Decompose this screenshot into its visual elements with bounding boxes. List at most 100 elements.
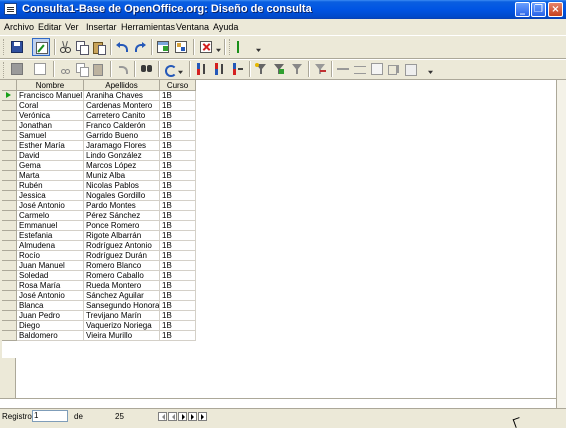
cell-curso[interactable]: 1B [159, 90, 196, 101]
cell-nombre[interactable]: Coral [16, 100, 84, 111]
table-row[interactable]: Rocío Rodríguez Durán 1B [2, 250, 196, 261]
cell-curso[interactable]: 1B [159, 140, 196, 151]
cell-curso[interactable]: 1B [159, 250, 196, 261]
table-row[interactable]: Juan Manuel Romero Blanco 1B [2, 260, 196, 271]
cell-apellidos[interactable]: Romero Blanco [83, 260, 160, 271]
cell-apellidos[interactable]: Romero Caballo [83, 270, 160, 281]
cell-nombre[interactable]: José Antonio [16, 290, 84, 301]
menu-archivo[interactable]: Archivo [4, 22, 34, 32]
cell-apellidos[interactable]: Araniha Chaves [83, 90, 160, 101]
cell-nombre[interactable]: Samuel [16, 130, 84, 141]
row-header[interactable] [2, 100, 17, 111]
menu-insertar[interactable]: Insertar [86, 22, 117, 32]
cell-apellidos[interactable]: Ponce Romero [83, 220, 160, 231]
remove-filter-button[interactable] [312, 61, 328, 77]
next-record-button[interactable] [178, 412, 187, 421]
standard-filter-button[interactable] [271, 61, 287, 77]
previous-record-button[interactable] [168, 412, 177, 421]
row-header[interactable] [2, 270, 17, 281]
row-header[interactable] [2, 250, 17, 261]
cell-apellidos[interactable]: Nicolas Pablos [83, 180, 160, 191]
row-header[interactable] [2, 190, 17, 201]
cell-curso[interactable]: 1B [159, 310, 196, 321]
last-record-button[interactable] [188, 412, 197, 421]
column-header-curso[interactable]: Curso [159, 80, 196, 91]
cell-nombre[interactable]: Gema [16, 160, 84, 171]
data-to-text-button[interactable] [335, 61, 351, 77]
cell-nombre[interactable]: Francisco Manuel [16, 90, 84, 101]
cell-curso[interactable]: 1B [159, 170, 196, 181]
cell-curso[interactable]: 1B [159, 270, 196, 281]
refresh-dropdown-arrow[interactable] [178, 70, 183, 75]
table-row[interactable]: Diego Vaquerizo Noriega 1B [2, 320, 196, 331]
sort-ascending-button[interactable] [194, 61, 210, 77]
cell-apellidos[interactable]: Rodríguez Durán [83, 250, 160, 261]
table-row[interactable]: José Antonio Pardo Montes 1B [2, 200, 196, 211]
cell-curso[interactable]: 1B [159, 160, 196, 171]
table-row[interactable]: Marta Muniz Alba 1B [2, 170, 196, 181]
row-header[interactable] [2, 180, 17, 191]
menu-ayuda[interactable]: Ayuda [213, 22, 238, 32]
delete-dropdown-arrow[interactable] [216, 48, 221, 53]
edit-design-button[interactable] [32, 38, 50, 56]
delete-button[interactable] [198, 39, 214, 55]
cell-nombre[interactable]: Verónica [16, 110, 84, 121]
cell-nombre[interactable]: Rosa María [16, 280, 84, 291]
table-row[interactable]: José Antonio Sánchez Aguilar 1B [2, 290, 196, 301]
cell-curso[interactable]: 1B [159, 120, 196, 131]
toolbar-grip[interactable] [3, 62, 7, 78]
table-row[interactable]: Jessica Nogales Gordillo 1B [2, 190, 196, 201]
toolbar-overflow-arrow[interactable] [428, 70, 433, 75]
sort-descending-button[interactable] [212, 61, 228, 77]
row-header[interactable] [2, 150, 17, 161]
cell-apellidos[interactable]: Lindo González [83, 150, 160, 161]
cell-curso[interactable]: 1B [159, 200, 196, 211]
cell-apellidos[interactable]: Nogales Gordillo [83, 190, 160, 201]
table-row[interactable]: Baldomero Vieira Murillo 1B [2, 330, 196, 341]
row-header[interactable] [2, 320, 17, 331]
restore-button[interactable]: ❐ [531, 2, 546, 17]
undo-record-button[interactable] [114, 61, 130, 77]
add-query-button[interactable] [173, 39, 189, 55]
cell-apellidos[interactable]: Pardo Montes [83, 200, 160, 211]
cell-curso[interactable]: 1B [159, 180, 196, 191]
paste-record-button[interactable] [91, 61, 107, 77]
copy-button[interactable] [74, 39, 90, 55]
cell-nombre[interactable]: Almudena [16, 240, 84, 251]
cell-apellidos[interactable]: Franco Calderón [83, 120, 160, 131]
row-header[interactable] [2, 130, 17, 141]
corner-header[interactable] [2, 80, 17, 91]
refresh-button[interactable] [162, 61, 178, 77]
cell-apellidos[interactable]: Rodríguez Antonio [83, 240, 160, 251]
sort-button[interactable] [230, 61, 246, 77]
cell-curso[interactable]: 1B [159, 100, 196, 111]
row-header[interactable] [2, 120, 17, 131]
cell-nombre[interactable]: Jessica [16, 190, 84, 201]
row-header[interactable] [2, 330, 17, 341]
cut-record-button[interactable] [57, 61, 73, 77]
vertical-scrollbar[interactable] [556, 80, 566, 408]
cell-nombre[interactable]: Rocío [16, 250, 84, 261]
cell-curso[interactable]: 1B [159, 320, 196, 331]
column-header-nombre[interactable]: Nombre [16, 80, 84, 91]
cell-apellidos[interactable]: Carretero Canito [83, 110, 160, 121]
table-row[interactable]: Jonathan Franco Calderón 1B [2, 120, 196, 131]
row-header[interactable] [2, 230, 17, 241]
cell-nombre[interactable]: Estefania [16, 230, 84, 241]
row-header[interactable] [2, 290, 17, 301]
cell-curso[interactable]: 1B [159, 260, 196, 271]
cell-apellidos[interactable]: Rigote Albarrán [83, 230, 160, 241]
cell-nombre[interactable]: David [16, 150, 84, 161]
cell-apellidos[interactable]: Cardenas Montero [83, 100, 160, 111]
cell-curso[interactable]: 1B [159, 130, 196, 141]
cell-nombre[interactable]: Esther María [16, 140, 84, 151]
data-to-fields-button[interactable] [352, 61, 368, 77]
cell-curso[interactable]: 1B [159, 330, 196, 341]
table-row[interactable]: Soledad Romero Caballo 1B [2, 270, 196, 281]
cell-apellidos[interactable]: Trevijano Marín [83, 310, 160, 321]
cell-nombre[interactable]: Baldomero [16, 330, 84, 341]
cell-apellidos[interactable]: Muniz Alba [83, 170, 160, 181]
cell-curso[interactable]: 1B [159, 280, 196, 291]
row-header[interactable] [2, 210, 17, 221]
sql-button[interactable] [235, 39, 251, 55]
